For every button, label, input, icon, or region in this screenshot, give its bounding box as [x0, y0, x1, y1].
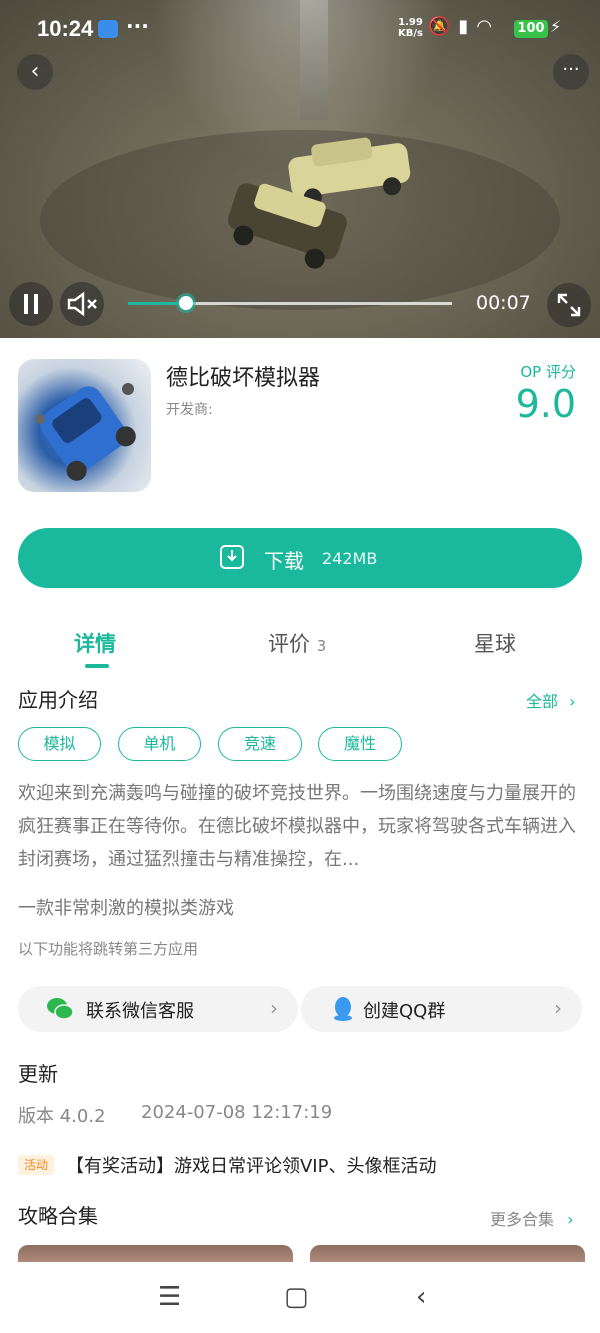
menu-icon[interactable]: ☰ [158, 1282, 181, 1312]
charging-icon: ⚡ [550, 17, 562, 36]
chevron-right-icon: › [569, 692, 576, 711]
tab-reviews-count: 3 [316, 637, 327, 655]
tag-racing[interactable]: 竞速 [218, 727, 302, 761]
intro-title: 应用介绍 [18, 688, 98, 712]
mute-button[interactable] [60, 282, 104, 326]
tab-details-label: 详情 [74, 632, 116, 656]
app-tagline: 一款非常刺激的模拟类游戏 [18, 898, 234, 919]
back-icon[interactable]: ‹ [17, 54, 53, 90]
guides-title: 攻略合集 [18, 1204, 98, 1228]
download-size: 242MB [322, 549, 378, 568]
status-bar: 10:24 ··· 1.99 KB/s 🔕▮◠ 100 ⚡ [0, 0, 600, 60]
network-speed-value: 1.99 [398, 17, 423, 28]
status-icons: 🔕▮◠ [428, 16, 500, 37]
car-crash-icon [35, 383, 136, 481]
mute-icon [67, 291, 97, 317]
tab-planet-label: 星球 [474, 632, 516, 656]
tag-simulation[interactable]: 模拟 [18, 727, 101, 761]
wifi-icon: ◠ [476, 16, 501, 37]
network-speed: 1.99 KB/s [398, 17, 423, 39]
developer-label: 开发商: [166, 402, 213, 418]
signal-icon: ▮ [458, 16, 477, 37]
status-time: 10:24 [37, 16, 94, 41]
video-progress-bar[interactable] [128, 296, 452, 310]
qq-icon [334, 997, 352, 1021]
tag-single-player[interactable]: 单机 [118, 727, 201, 761]
chevron-right-icon: › [567, 1210, 574, 1229]
app-description[interactable]: 欢迎来到充满轰鸣与碰撞的破坏竞技世界。一场围绕速度与力量展开的疯狂赛事正在等待你… [18, 777, 584, 876]
tab-planet[interactable]: 星球 [474, 628, 516, 658]
more-guides-label: 更多合集 [490, 1210, 555, 1229]
fullscreen-icon [557, 293, 581, 317]
video-progress-fill [128, 302, 187, 305]
download-icon [220, 545, 244, 569]
video-player[interactable]: 10:24 ··· 1.99 KB/s 🔕▮◠ 100 ⚡ ‹ ··· 00:0… [0, 0, 600, 338]
tab-reviews[interactable]: 评价 3 [268, 628, 326, 658]
tab-details[interactable]: 详情 [74, 628, 116, 658]
mute-bell-icon: 🔕 [428, 16, 459, 37]
create-qq-group-button[interactable]: 创建QQ群 › [301, 986, 582, 1032]
app-name: 德比破坏模拟器 [166, 366, 321, 391]
intro-all-label: 全部 [526, 692, 559, 711]
wechat-icon [47, 998, 74, 1020]
more-icon[interactable]: ··· [553, 54, 589, 90]
download-label: 下载 [264, 549, 304, 573]
app-notification-icon [98, 20, 118, 38]
intro-all-link[interactable]: 全部 › [526, 688, 576, 712]
update-title: 更新 [18, 1062, 58, 1086]
score-value: 9.0 [515, 382, 576, 426]
pause-button[interactable] [9, 282, 53, 326]
network-speed-unit: KB/s [398, 28, 423, 39]
activity-badge: 活动 [18, 1155, 54, 1175]
back-nav-icon[interactable]: ‹ [416, 1282, 426, 1312]
wechat-support-button[interactable]: 联系微信客服 › [18, 986, 298, 1032]
activity-text[interactable]: 【有奖活动】游戏日常评论领VIP、头像框活动 [66, 1152, 436, 1178]
third-party-note: 以下功能将跳转第三方应用 [18, 940, 199, 958]
wechat-support-label: 联系微信客服 [86, 1001, 194, 1022]
home-icon[interactable]: ▢ [284, 1282, 309, 1312]
tab-reviews-label: 评价 [268, 632, 310, 656]
app-icon [18, 359, 151, 492]
more-guides-link[interactable]: 更多合集 › [490, 1206, 574, 1230]
score-label: OP 评分 [520, 363, 576, 381]
video-time: 00:07 [476, 292, 531, 314]
download-button[interactable]: 下载 242MB [18, 528, 582, 588]
chevron-right-icon: › [554, 996, 562, 1020]
pause-icon [24, 294, 38, 314]
active-tab-indicator [85, 664, 109, 668]
fullscreen-button[interactable] [547, 283, 591, 327]
update-date: 2024-07-08 12:17:19 [141, 1102, 333, 1123]
status-overflow: ··· [126, 14, 149, 38]
battery-icon: 100 [514, 20, 548, 38]
create-qq-group-label: 创建QQ群 [363, 1001, 446, 1022]
system-nav-bar: ☰ ▢ ‹ [0, 1262, 600, 1333]
tag-quirky[interactable]: 魔性 [318, 727, 402, 761]
version-text: 版本 4.0.2 [18, 1106, 106, 1127]
chevron-right-icon: › [270, 996, 278, 1020]
